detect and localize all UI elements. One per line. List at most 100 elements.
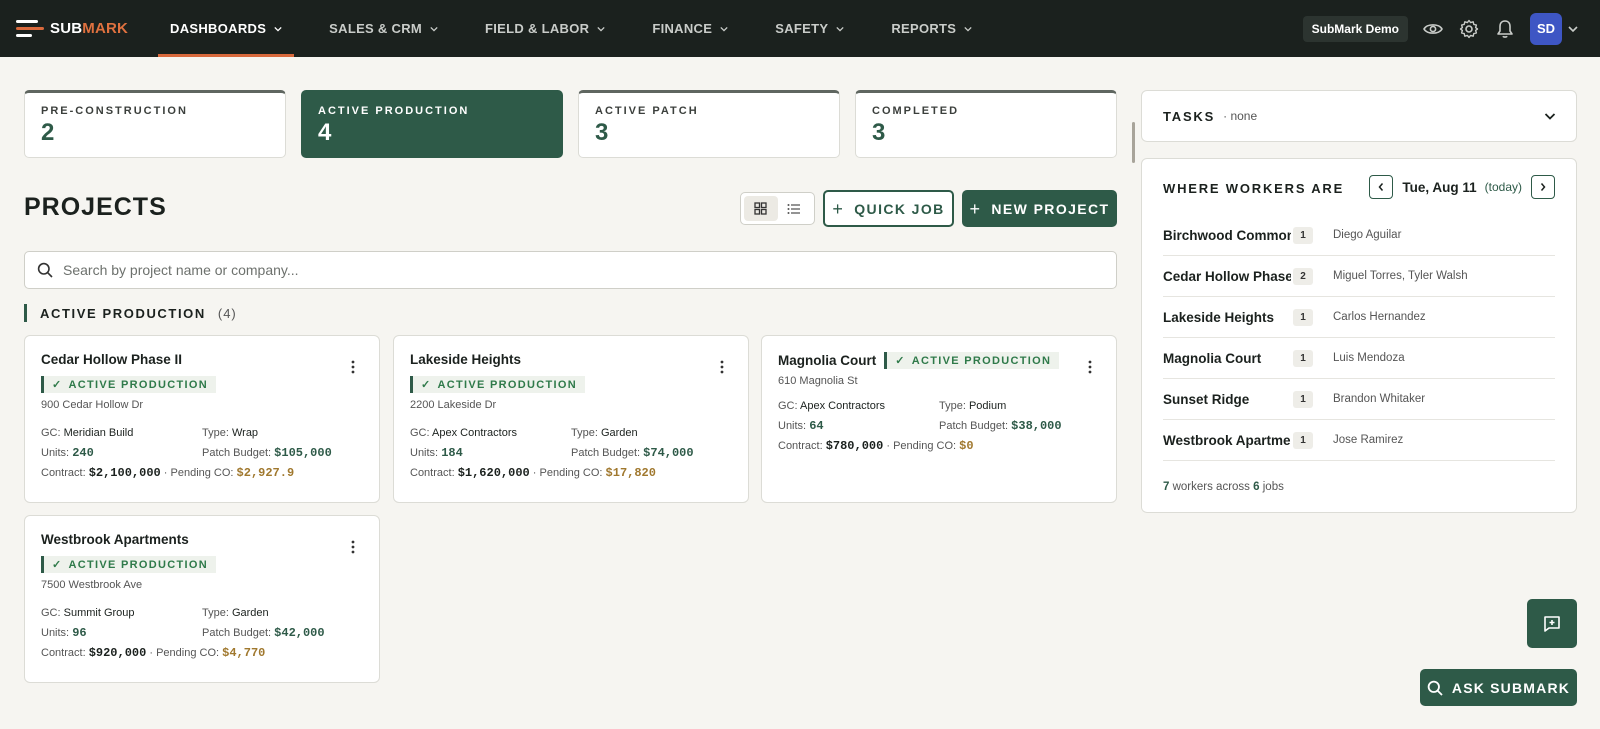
date-navigator: Tue, Aug 11 (today) (1369, 175, 1555, 199)
stat-card-active-patch[interactable]: ACTIVE PATCH 3 (578, 90, 840, 158)
project-address: 2200 Lakeside Dr (410, 399, 497, 411)
stat-label: ACTIVE PATCH (595, 105, 699, 117)
feedback-button[interactable] (1527, 599, 1577, 648)
list-item[interactable]: Birchwood Commons 1 Diego Aguilar (1163, 215, 1555, 256)
scroll-indicator[interactable] (1132, 122, 1135, 163)
grid-view-button[interactable] (744, 196, 778, 221)
logo-text: SUBMARK (50, 20, 129, 37)
project-name[interactable]: Magnolia Court (778, 353, 876, 368)
stat-value: 3 (595, 119, 609, 146)
contract-value: $920,000 (88, 646, 147, 660)
nav-menu: DASHBOARDS SALES & CRM FIELD & LABOR FIN… (158, 0, 1007, 57)
ask-submark-button[interactable]: ASK SUBMARK (1420, 669, 1577, 706)
current-date: Tue, Aug 11 (1402, 179, 1477, 195)
grid-icon (754, 202, 767, 215)
gear-icon[interactable] (1458, 18, 1480, 40)
gc-value: Meridian Build (63, 427, 134, 439)
check-icon: ✓ (52, 379, 63, 391)
project-card[interactable]: Cedar Hollow Phase II ✓ ACTIVE PRODUCTION… (24, 335, 380, 503)
contract-line: Contract: $780,000 · Pending CO: $0 (778, 439, 974, 453)
type-value: Wrap (231, 427, 259, 439)
more-vertical-icon[interactable] (1088, 360, 1092, 374)
today-label[interactable]: (today) (1485, 180, 1522, 194)
worker-names: Brandon Whitaker (1333, 393, 1426, 405)
job-name: Magnolia Court (1163, 350, 1262, 366)
plus-icon: + (969, 198, 982, 219)
contract-line: Contract: $2,100,000 · Pending CO: $2,92… (41, 466, 295, 480)
search-input[interactable] (63, 262, 1063, 278)
list-item[interactable]: Westbrook Apartments1 Jose Ramirez (1163, 420, 1555, 461)
worker-names: Carlos Hernandez (1333, 311, 1426, 323)
bell-icon[interactable] (1494, 18, 1516, 40)
status-badge: ✓ ACTIVE PRODUCTION (884, 352, 1060, 369)
project-name[interactable]: Lakeside Heights (410, 352, 732, 367)
project-card[interactable]: Westbrook Apartments ✓ ACTIVE PRODUCTION … (24, 515, 380, 683)
quick-job-button[interactable]: + QUICK JOB (823, 190, 954, 227)
chevron-down-icon (430, 26, 438, 32)
units-value: 184 (441, 446, 463, 460)
more-vertical-icon[interactable] (720, 360, 724, 374)
avatar[interactable]: SD (1530, 12, 1562, 45)
project-address: 900 Cedar Hollow Dr (41, 399, 144, 411)
stat-card-pre-construction[interactable]: PRE-CONSTRUCTION 2 (24, 90, 286, 158)
units-value: 64 (809, 419, 824, 433)
job-name: Lakeside Heights (1163, 309, 1275, 325)
next-day-button[interactable] (1531, 175, 1555, 199)
demo-account-chip[interactable]: SubMark Demo (1302, 15, 1408, 42)
worker-count: 1 (1293, 431, 1313, 449)
status-badge: ✓ ACTIVE PRODUCTION (41, 556, 216, 573)
worker-count: 1 (1293, 390, 1313, 408)
stat-value: 3 (872, 119, 886, 146)
list-item[interactable]: Magnolia Court 1 Luis Mendoza (1163, 338, 1555, 379)
project-details: GC: Summit Group Units: 96 Type: Garden … (41, 607, 325, 640)
section-heading: ACTIVE PRODUCTION (4) (24, 304, 237, 322)
pending-co-value: $2,927.9 (236, 466, 295, 480)
tasks-panel[interactable]: TASKS · none (1141, 90, 1577, 142)
list-view-button[interactable] (778, 196, 812, 221)
workers-summary: 7 workers across 6 jobs (1163, 481, 1284, 493)
project-name[interactable]: Westbrook Apartments (41, 532, 363, 547)
chevron-down-icon[interactable] (1568, 24, 1578, 34)
type-value: Garden (600, 427, 638, 439)
new-project-button[interactable]: + NEW PROJECT (962, 190, 1117, 227)
nav-item-reports[interactable]: REPORTS (879, 0, 984, 57)
chevron-down-icon (274, 26, 282, 32)
gc-value: Summit Group (63, 607, 135, 619)
patch-budget-value: $38,000 (1011, 419, 1062, 433)
stat-card-active-production[interactable]: ACTIVE PRODUCTION 4 (301, 90, 563, 158)
project-details: GC: Apex Contractors Units: 64 Type: Pod… (778, 400, 1062, 433)
project-card[interactable]: Magnolia Court ✓ ACTIVE PRODUCTION 610 Ma… (761, 335, 1117, 503)
nav-item-sales-crm[interactable]: SALES & CRM (317, 0, 450, 57)
project-name[interactable]: Cedar Hollow Phase II (41, 352, 363, 367)
contract-value: $2,100,000 (88, 466, 161, 480)
chevron-down-icon[interactable] (1544, 110, 1556, 122)
nav-item-field-labor[interactable]: FIELD & LABOR (473, 0, 617, 57)
pending-co-value: $17,820 (605, 466, 656, 480)
type-value: Podium (968, 400, 1007, 412)
nav-item-dashboards[interactable]: DASHBOARDS (158, 0, 295, 57)
list-item[interactable]: Sunset Ridge 1 Brandon Whitaker (1163, 379, 1555, 420)
check-icon: ✓ (895, 355, 906, 367)
logo[interactable]: SUBMARK (16, 18, 142, 40)
worker-count: 1 (1293, 349, 1313, 367)
nav-item-finance[interactable]: FINANCE (640, 0, 740, 57)
more-vertical-icon[interactable] (351, 360, 355, 374)
prev-day-button[interactable] (1369, 175, 1394, 199)
stat-card-completed[interactable]: COMPLETED 3 (855, 90, 1117, 158)
project-card[interactable]: Lakeside Heights ✓ ACTIVE PRODUCTION 2200… (393, 335, 749, 503)
list-item[interactable]: Cedar Hollow Phase II 2 Miguel Torres, Tyl… (1163, 256, 1555, 297)
list-item[interactable]: Lakeside Heights 1 Carlos Hernandez (1163, 297, 1555, 338)
eye-icon[interactable] (1422, 18, 1444, 40)
chevron-right-icon (1540, 183, 1546, 191)
pending-co-value: $0 (959, 439, 974, 453)
stat-label: ACTIVE PRODUCTION (318, 105, 470, 117)
search-icon (37, 262, 53, 278)
search-icon (1427, 680, 1443, 696)
nav-item-safety[interactable]: SAFETY (763, 0, 856, 57)
more-vertical-icon[interactable] (351, 540, 355, 554)
gc-value: Apex Contractors (800, 400, 885, 412)
nav-actions: SubMark Demo SD (1302, 0, 1578, 57)
project-details: GC: Apex Contractors Units: 184 Type: Ga… (410, 427, 694, 460)
stat-value: 4 (318, 119, 332, 146)
chevron-down-icon (964, 26, 972, 32)
